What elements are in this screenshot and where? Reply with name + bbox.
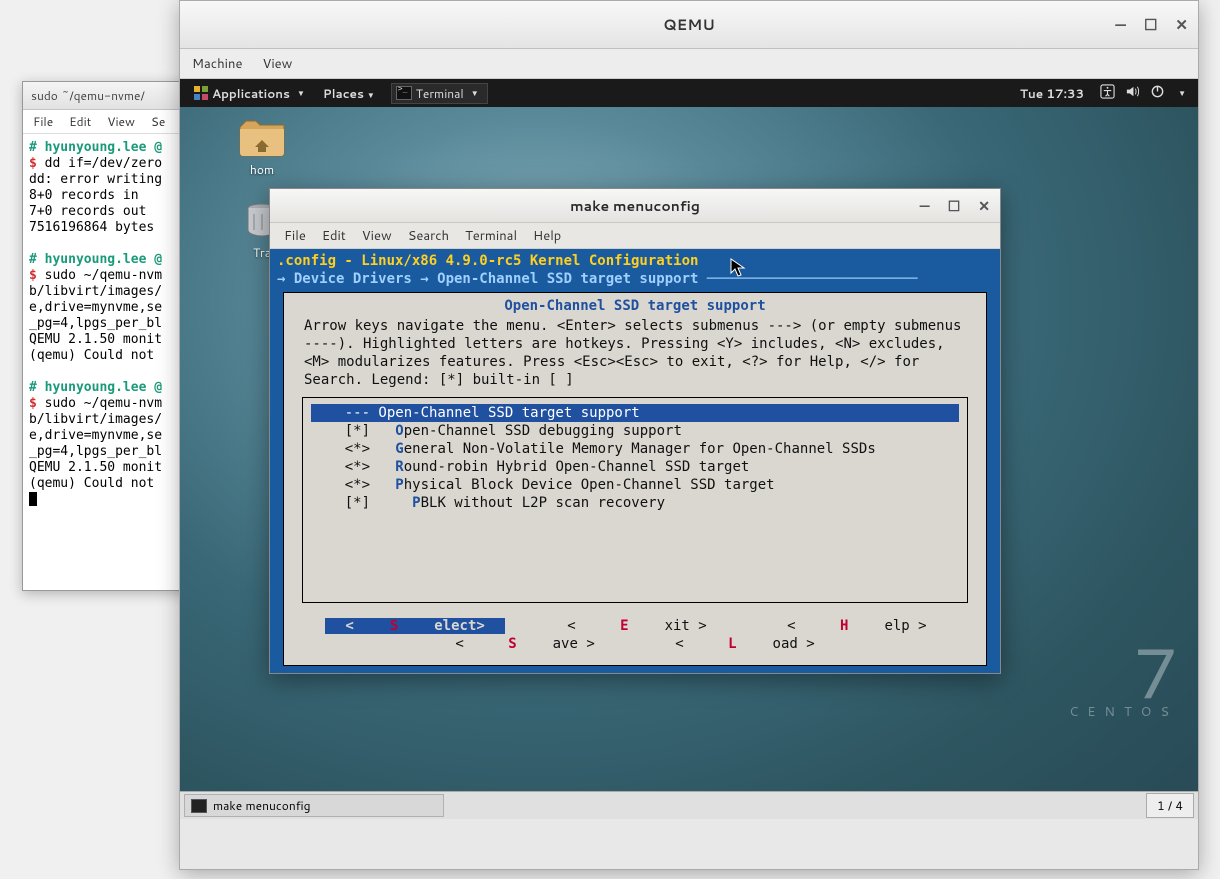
workspace-switcher[interactable]: 1 / 4 [1146, 793, 1194, 818]
applications-menu[interactable]: Applications ▼ [186, 85, 313, 102]
menuconfig-title: make menuconfig [270, 196, 1000, 216]
dropdown-icon: ▼ [367, 89, 375, 101]
centos-version: 7 [1069, 643, 1178, 699]
menuconfig-option[interactable]: --- Open-Channel SSD target support [311, 404, 959, 422]
menuconfig-option-list[interactable]: --- Open-Channel SSD target support [*] … [302, 397, 968, 603]
mc-menu-file[interactable]: File [284, 227, 306, 245]
power-icon[interactable] [1150, 84, 1165, 103]
volume-icon[interactable] [1125, 84, 1140, 103]
maximize-button[interactable]: ☐ [1144, 14, 1157, 35]
menuconfig-buttons: <Select> < Exit > < Help > < Save > < Lo… [284, 603, 986, 659]
gnome-bottom-panel: make menuconfig 1 / 4 [180, 791, 1198, 819]
menuconfig-instructions: Arrow keys navigate the menu. <Enter> se… [284, 317, 986, 397]
menuconfig-terminal[interactable]: .config - Linux/x86 4.9.0-rc5 Kernel Con… [270, 249, 1000, 673]
minimize-button[interactable]: — [1115, 14, 1126, 35]
maximize-button[interactable]: ☐ [948, 196, 961, 216]
menuconfig-header: .config - Linux/x86 4.9.0-rc5 Kernel Con… [273, 252, 997, 288]
clock[interactable]: Tue 17:33 [1010, 85, 1094, 102]
applications-icon [194, 86, 208, 100]
qemu-window-controls: — ☐ ✕ [1115, 14, 1188, 35]
qemu-titlebar[interactable]: QEMU — ☐ ✕ [180, 1, 1198, 49]
minimize-button[interactable]: — [920, 196, 930, 216]
help-button[interactable]: < Help > [769, 618, 944, 634]
menuconfig-titlebar[interactable]: make menuconfig — ☐ ✕ [270, 189, 1000, 223]
qemu-title: QEMU [180, 14, 1198, 35]
select-button[interactable]: <Select> [325, 618, 504, 634]
menuconfig-dialog: Open-Channel SSD target support Arrow ke… [283, 292, 987, 666]
save-button[interactable]: < Save > [437, 636, 612, 652]
applications-label: Applications [212, 85, 290, 102]
centos-brand: 7 CENTOS [1069, 643, 1178, 721]
menuconfig-option[interactable]: <*> General Non-Volatile Memory Manager … [311, 440, 959, 458]
places-menu[interactable]: Places▼ [313, 85, 385, 102]
menuconfig-dialog-title: Open-Channel SSD target support [284, 297, 986, 317]
exit-button[interactable]: < Exit > [549, 618, 724, 634]
host-terminal-title: sudo ~/qemu-nvme/ [31, 87, 145, 104]
mc-menu-help[interactable]: Help [533, 227, 561, 245]
home-folder-label: hom [250, 161, 274, 178]
mc-menu-edit[interactable]: Edit [322, 227, 346, 245]
host-menu-edit[interactable]: Edit [69, 113, 91, 130]
dropdown-icon: ▼ [297, 87, 305, 99]
centos-name: CENTOS [1069, 703, 1178, 721]
terminal-icon [396, 86, 412, 100]
menuconfig-option[interactable]: [*] Open-Channel SSD debugging support [311, 422, 959, 440]
gnome-top-panel: Applications ▼ Places▼ Terminal ▼ Tue 17:3… [180, 79, 1198, 107]
taskbar-item-label: make menuconfig [213, 797, 310, 814]
menuconfig-option[interactable]: [*] PBLK without L2P scan recovery [311, 494, 959, 512]
menuconfig-window-controls: — ☐ ✕ [920, 196, 990, 216]
mc-menu-view[interactable]: View [362, 227, 392, 245]
host-menu-search[interactable]: Se [151, 113, 165, 130]
accessibility-icon[interactable] [1100, 84, 1115, 103]
qemu-menu-machine[interactable]: Machine [192, 55, 242, 73]
mc-menu-terminal[interactable]: Terminal [465, 227, 517, 245]
mc-menu-search[interactable]: Search [408, 227, 449, 245]
close-button[interactable]: ✕ [978, 196, 990, 216]
menuconfig-option[interactable]: <*> Round-robin Hybrid Open-Channel SSD … [311, 458, 959, 476]
terminal-launcher[interactable]: Terminal ▼ [391, 83, 488, 104]
host-menu-file[interactable]: File [33, 113, 53, 130]
terminal-launcher-label: Terminal [416, 85, 464, 102]
close-button[interactable]: ✕ [1175, 14, 1188, 35]
menuconfig-option[interactable]: <*> Physical Block Device Open-Channel S… [311, 476, 959, 494]
dropdown-icon: ▼ [471, 87, 479, 99]
system-tray: ▼ [1094, 84, 1192, 103]
qemu-menubar: Machine View [180, 49, 1198, 79]
taskbar-item-menuconfig[interactable]: make menuconfig [184, 794, 444, 817]
menuconfig-window: make menuconfig — ☐ ✕ File Edit View Sea… [269, 188, 1001, 674]
host-menu-view[interactable]: View [107, 113, 135, 130]
home-folder-icon[interactable]: hom [238, 117, 286, 178]
load-button[interactable]: < Load > [657, 636, 832, 652]
terminal-icon [191, 799, 207, 813]
menuconfig-menubar: File Edit View Search Terminal Help [270, 223, 1000, 249]
dropdown-icon: ▼ [1178, 87, 1186, 99]
qemu-menu-view[interactable]: View [262, 55, 292, 73]
